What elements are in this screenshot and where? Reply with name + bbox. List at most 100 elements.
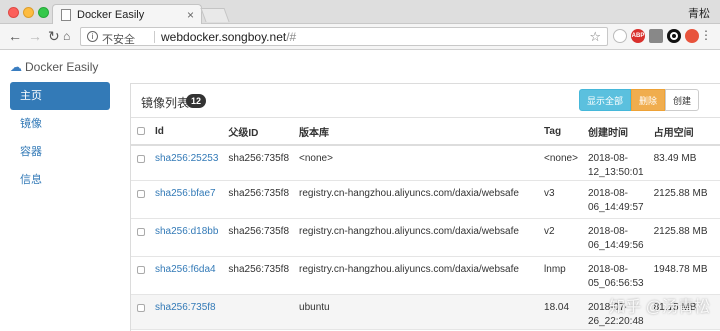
omnibox-divider: [154, 31, 155, 43]
select-all-checkbox[interactable]: [137, 127, 145, 135]
created-cell: 2018-08-12_13:50:01: [582, 145, 649, 181]
created-cell: 2018-08-06_14:49:56: [582, 218, 649, 257]
tab-close-icon[interactable]: ×: [187, 8, 194, 22]
id-cell: sha256:25253: [150, 145, 224, 181]
image-id-link[interactable]: sha256:d18bb: [155, 226, 218, 237]
address-bar[interactable]: i 不安全 webdocker.songboy.net/# ☆: [80, 27, 608, 46]
watermark: 知乎 @汤青松: [609, 299, 710, 316]
created-cell: 2018-08-06_14:49:57: [582, 180, 649, 219]
circle-extension-icon[interactable]: [613, 29, 627, 43]
show-all-button[interactable]: 显示全部: [578, 89, 631, 111]
row-checkbox[interactable]: [137, 266, 145, 274]
tab-title: Docker Easily: [77, 9, 145, 21]
tag-cell: lnmp: [539, 256, 583, 295]
repository-cell: ubuntu: [294, 294, 540, 330]
size-cell: 1948.78 MB: [648, 256, 720, 295]
column-header-tag: Tag: [539, 118, 583, 146]
id-cell: sha256:735f8: [150, 294, 224, 330]
size-cell: 2125.88 MB: [648, 180, 720, 219]
repository-cell: registry.cn-hangzhou.aliyuncs.com/daxia/…: [294, 256, 540, 295]
back-arrow-icon[interactable]: ←: [8, 28, 22, 44]
url-host: webdocker.songboy.net: [161, 30, 287, 44]
cloud-logo-icon: ☁: [10, 60, 22, 74]
id-cell: sha256:bfae7: [150, 180, 224, 219]
maximize-window-icon[interactable]: [38, 7, 49, 18]
table-row: sha256:f6da4 sha256:735f8 registry.cn-ha…: [131, 256, 720, 295]
image-id-link[interactable]: sha256:735f8: [155, 302, 216, 313]
home-icon[interactable]: ⌂: [63, 28, 70, 44]
select-all-cell: [131, 118, 150, 146]
profile-name[interactable]: 青松: [688, 5, 710, 21]
repository-cell: registry.cn-hangzhou.aliyuncs.com/daxia/…: [294, 218, 540, 257]
reload-icon[interactable]: ↻: [48, 28, 60, 44]
tag-cell: v3: [539, 180, 583, 219]
image-id-link[interactable]: sha256:bfae7: [155, 188, 216, 199]
browser-toolbar: ← → ↻ ⌂ i 不安全 webdocker.songboy.net/# ☆ …: [0, 24, 720, 50]
table-row: sha256:d18bb sha256:735f8 registry.cn-ha…: [131, 218, 720, 257]
column-header-parent-id: 父级ID: [223, 118, 295, 146]
parent-id-cell: sha256:735f8: [223, 145, 295, 181]
new-tab-button[interactable]: [200, 8, 230, 22]
row-checkbox[interactable]: [137, 228, 145, 236]
column-header-size: 占用空间: [648, 118, 720, 146]
close-window-icon[interactable]: [8, 7, 19, 18]
row-checkbox[interactable]: [137, 304, 145, 312]
adblock-extension-icon[interactable]: ABP: [631, 29, 645, 43]
sidebar-item-info[interactable]: 信息: [10, 166, 110, 194]
browser-tab[interactable]: Docker Easily ×: [52, 4, 202, 25]
column-header-id: Id: [150, 118, 224, 146]
id-cell: sha256:f6da4: [150, 256, 224, 295]
page-favicon-icon: [61, 9, 71, 21]
app-body: ☁ Docker Easily 主页 镜像 容器 信息 镜像列表 12 显示全部 …: [0, 51, 720, 331]
url-path: /#: [286, 30, 297, 44]
sidebar-item-containers[interactable]: 容器: [10, 138, 110, 166]
table-header-row: Id 父级ID 版本库 Tag 创建时间 占用空间: [131, 118, 720, 146]
sidebar-item-home[interactable]: 主页: [10, 82, 110, 110]
forward-arrow-icon[interactable]: →: [28, 28, 42, 44]
row-select-cell: [131, 218, 150, 257]
sidebar-item-images[interactable]: 镜像: [10, 110, 110, 138]
size-cell: 2125.88 MB: [648, 218, 720, 257]
row-checkbox[interactable]: [137, 155, 145, 163]
image-id-link[interactable]: sha256:25253: [155, 153, 218, 164]
tag-cell: v2: [539, 218, 583, 257]
row-select-cell: [131, 256, 150, 295]
repository-cell: registry.cn-hangzhou.aliyuncs.com/daxia/…: [294, 180, 540, 219]
tag-cell: 18.04: [539, 294, 583, 330]
parent-id-cell: sha256:735f8: [223, 256, 295, 295]
window-titlebar: Docker Easily × 青松: [0, 0, 720, 25]
image-count-badge: 12: [186, 94, 207, 108]
column-header-created: 创建时间: [582, 118, 649, 146]
brand-text: Docker Easily: [25, 60, 99, 74]
parent-id-cell: sha256:735f8: [223, 218, 295, 257]
panel-header: 镜像列表 12 显示全部 删除 创建: [131, 84, 720, 118]
security-label: 不安全: [102, 34, 135, 46]
tag-cell: <none>: [539, 145, 583, 181]
url-text[interactable]: webdocker.songboy.net/#: [161, 30, 296, 44]
sidebar: 主页 镜像 容器 信息: [10, 82, 110, 194]
table-row: sha256:bfae7 sha256:735f8 registry.cn-ha…: [131, 180, 720, 219]
parent-id-cell: sha256:735f8: [223, 180, 295, 219]
minimize-window-icon[interactable]: [23, 7, 34, 18]
ring-extension-icon[interactable]: [667, 29, 681, 43]
image-id-link[interactable]: sha256:f6da4: [155, 264, 216, 275]
created-cell: 2018-08-05_06:56:53: [582, 256, 649, 295]
brand[interactable]: ☁ Docker Easily: [10, 60, 98, 74]
repository-cell: <none>: [294, 145, 540, 181]
row-select-cell: [131, 294, 150, 330]
panel-title: 镜像列表: [141, 96, 190, 110]
column-header-repository: 版本库: [294, 118, 540, 146]
browser-menu-icon[interactable]: ⋮: [700, 29, 712, 41]
delete-button[interactable]: 删除: [630, 89, 665, 111]
red-extension-icon[interactable]: [685, 29, 699, 43]
info-icon[interactable]: i: [87, 31, 98, 42]
row-checkbox[interactable]: [137, 190, 145, 198]
row-select-cell: [131, 180, 150, 219]
table-row: sha256:25253 sha256:735f8 <none> <none> …: [131, 145, 720, 181]
bookmark-star-icon[interactable]: ☆: [589, 29, 601, 45]
size-cell: 83.49 MB: [648, 145, 720, 181]
grey-extension-icon[interactable]: [649, 29, 663, 43]
create-button[interactable]: 创建: [664, 89, 699, 111]
id-cell: sha256:d18bb: [150, 218, 224, 257]
parent-id-cell: [223, 294, 295, 330]
